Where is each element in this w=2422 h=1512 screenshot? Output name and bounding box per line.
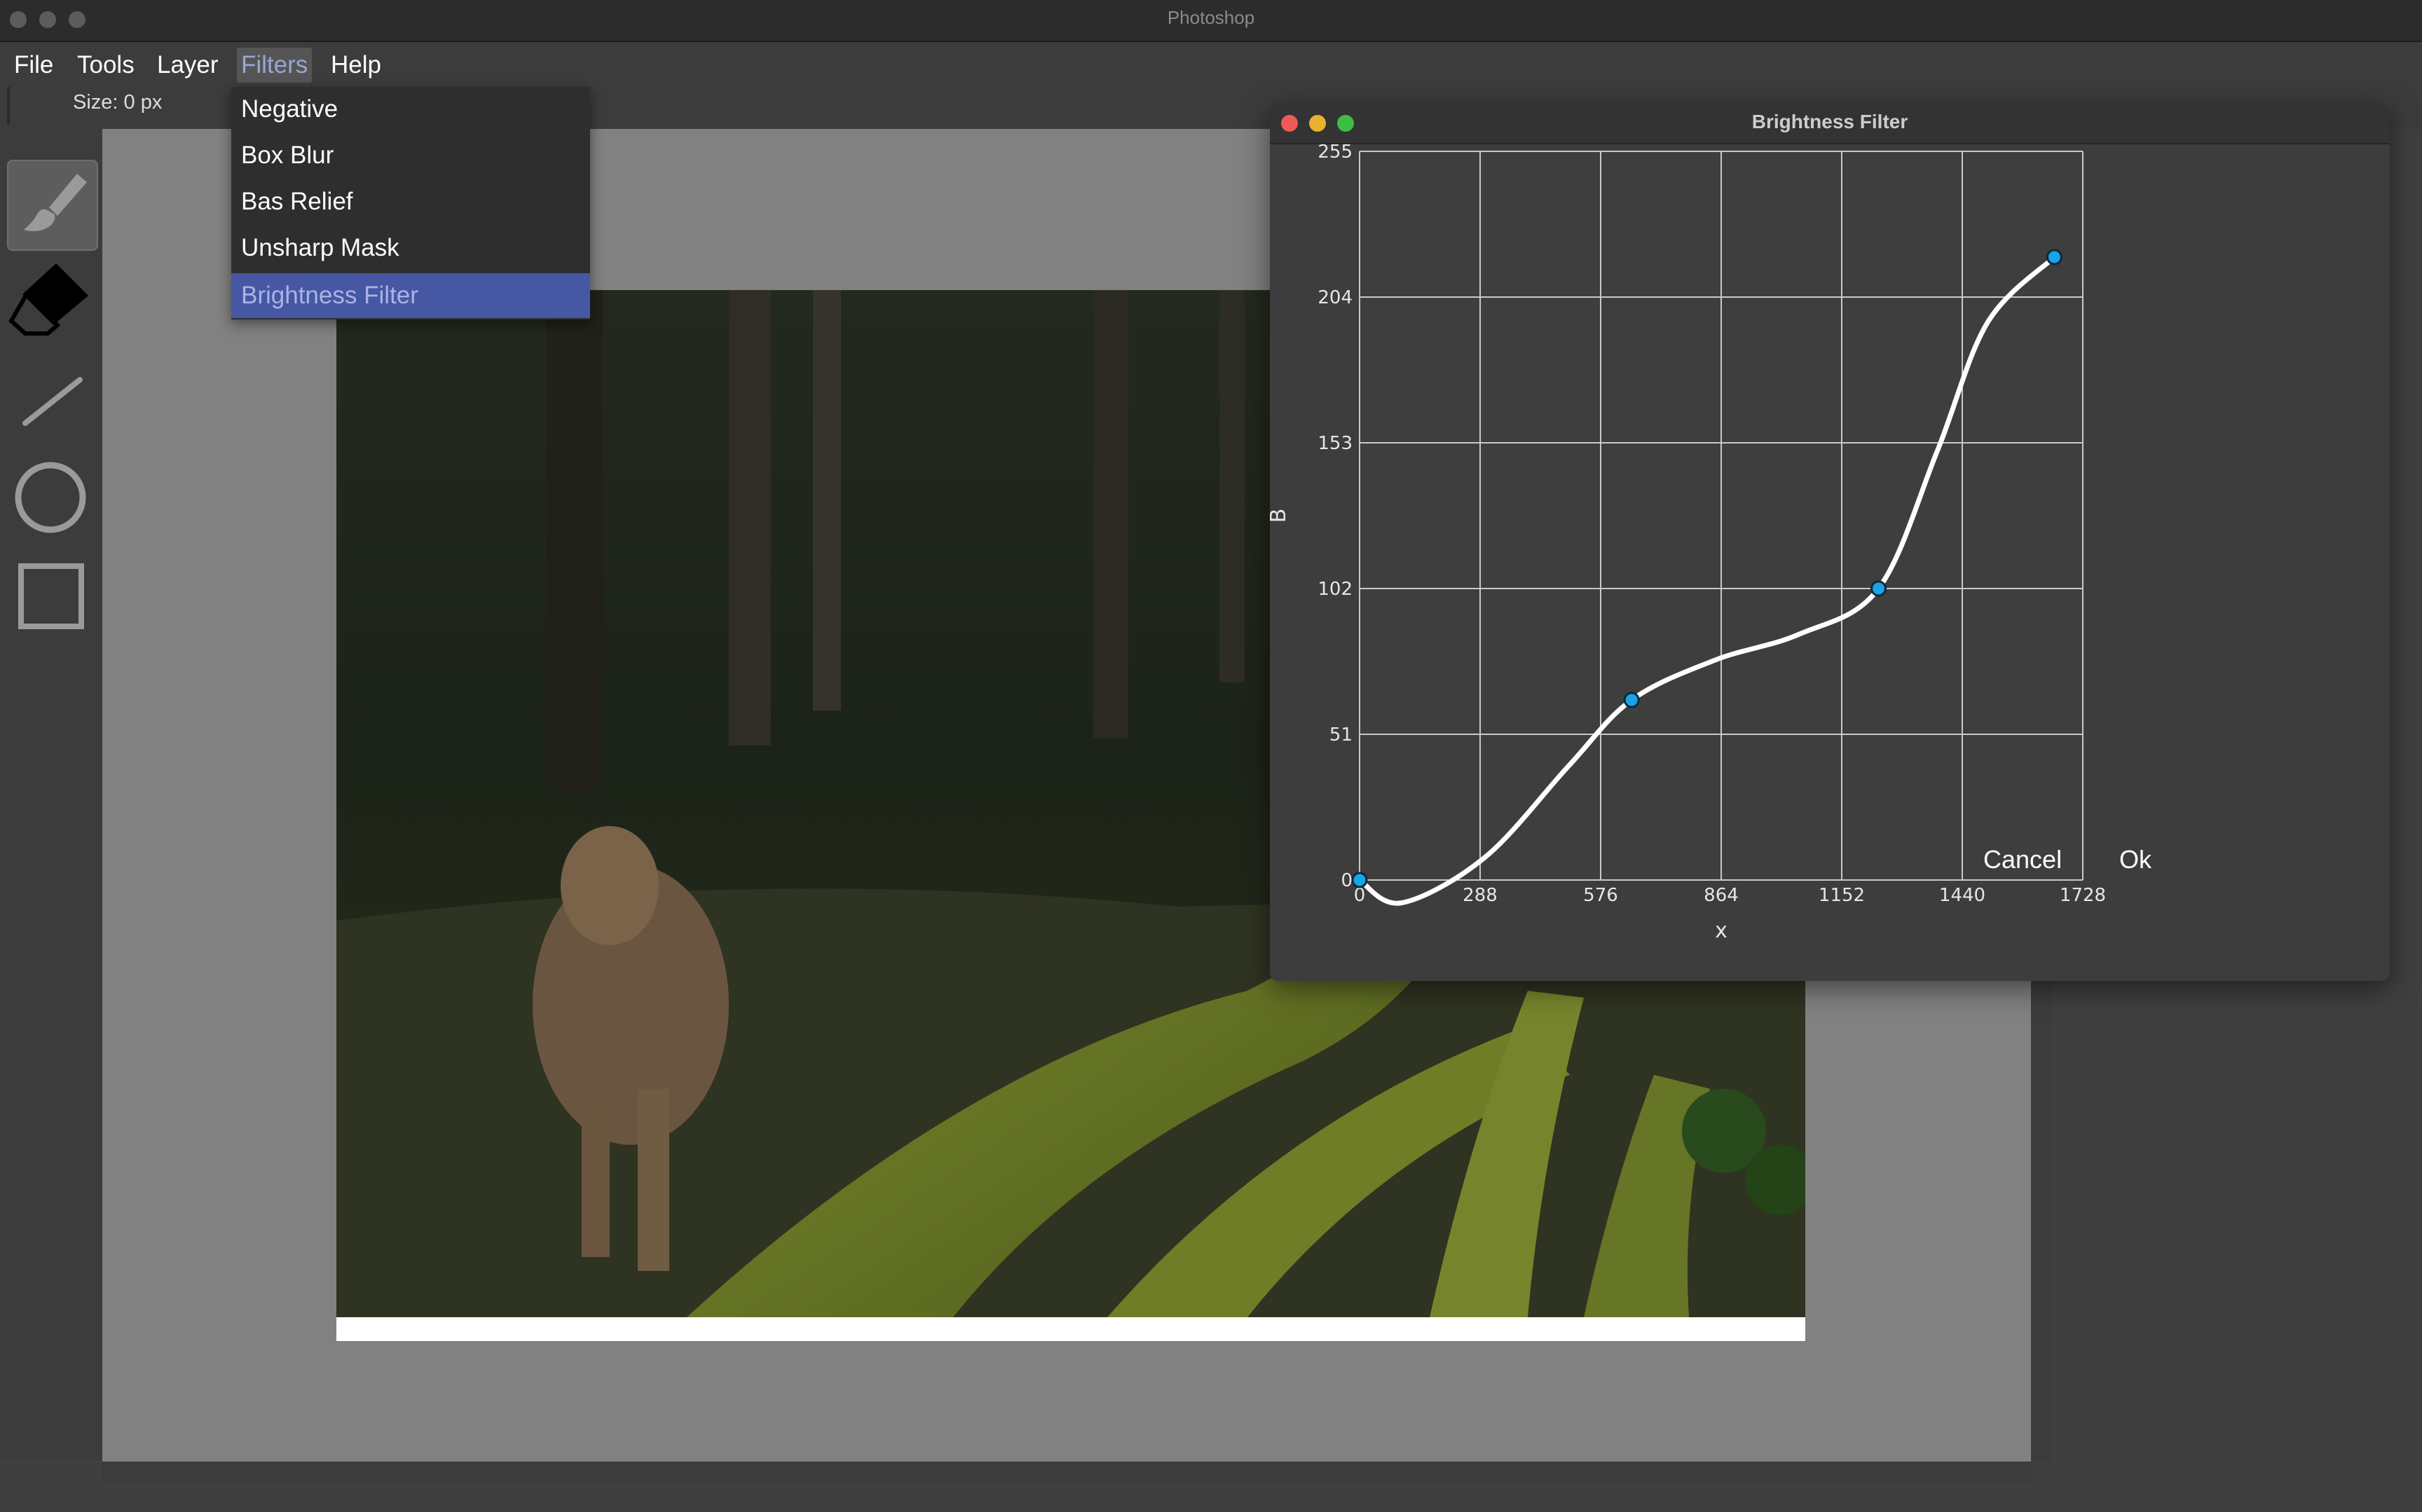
horizontal-scrollbar[interactable] xyxy=(102,1462,2031,1483)
x-tick-label: 864 xyxy=(1704,885,1739,906)
y-axis-label: B xyxy=(1270,509,1291,523)
x-tick-label: 288 xyxy=(1463,885,1498,906)
rectangle-tool-button[interactable] xyxy=(7,554,95,642)
curve-control-point[interactable] xyxy=(1623,692,1640,708)
curve-control-point[interactable] xyxy=(1870,580,1887,597)
brush-size-label: Size: 0 px xyxy=(73,91,163,114)
x-tick-label: 1440 xyxy=(1939,885,1985,906)
circle-tool-button[interactable] xyxy=(7,454,95,542)
x-axis-label: x xyxy=(1715,919,1727,943)
x-tick-label: 576 xyxy=(1583,885,1618,906)
y-tick-label: 255 xyxy=(1318,142,1353,163)
y-tick-label: 102 xyxy=(1318,579,1353,600)
menu-help[interactable]: Help xyxy=(327,48,385,83)
canvas-white-strip xyxy=(336,1317,1805,1341)
line-tool-button[interactable] xyxy=(7,356,95,444)
brightness-curve-chart[interactable]: 0 288 576 864 1152 1440 1728051102153204255 x … xyxy=(1270,104,2390,981)
filter-unsharp-mask[interactable]: Unsharp Mask xyxy=(231,226,590,270)
line-icon xyxy=(22,377,83,426)
ok-button[interactable]: Ok xyxy=(2119,845,2151,874)
curve-control-point[interactable] xyxy=(2046,249,2062,266)
y-tick-label: 51 xyxy=(1329,724,1353,745)
brush-tool-button[interactable] xyxy=(7,160,98,251)
eraser-icon xyxy=(8,263,88,336)
filter-negative[interactable]: Negative xyxy=(231,87,590,132)
brightness-filter-dialog: Brightness Filter 0 288 576 864 1152 1440 1728… xyxy=(1270,104,2390,981)
eraser-tool-button[interactable] xyxy=(7,255,95,343)
filter-brightness[interactable]: Brightness Filter xyxy=(231,273,590,318)
rectangle-icon xyxy=(18,563,84,629)
menu-layer[interactable]: Layer xyxy=(153,48,223,83)
menu-file[interactable]: File xyxy=(10,48,57,83)
cancel-button[interactable]: Cancel xyxy=(1983,845,2062,874)
filter-box-blur[interactable]: Box Blur xyxy=(231,133,590,178)
menu-filters[interactable]: Filters xyxy=(237,48,313,83)
circle-icon xyxy=(15,462,86,533)
filter-bas-relief[interactable]: Bas Relief xyxy=(231,179,590,224)
curve-control-point[interactable] xyxy=(1351,872,1368,888)
x-tick-label: 1728 xyxy=(2060,885,2106,906)
y-tick-label: 204 xyxy=(1318,287,1353,308)
y-tick-label: 153 xyxy=(1318,433,1353,454)
x-tick-label: 1152 xyxy=(1819,885,1865,906)
menu-tools[interactable]: Tools xyxy=(73,48,139,83)
y-tick-label: 0 xyxy=(1341,870,1353,891)
options-bar-handle xyxy=(7,87,10,125)
window-title: Photoshop xyxy=(1167,7,1255,28)
brush-icon xyxy=(24,174,87,231)
